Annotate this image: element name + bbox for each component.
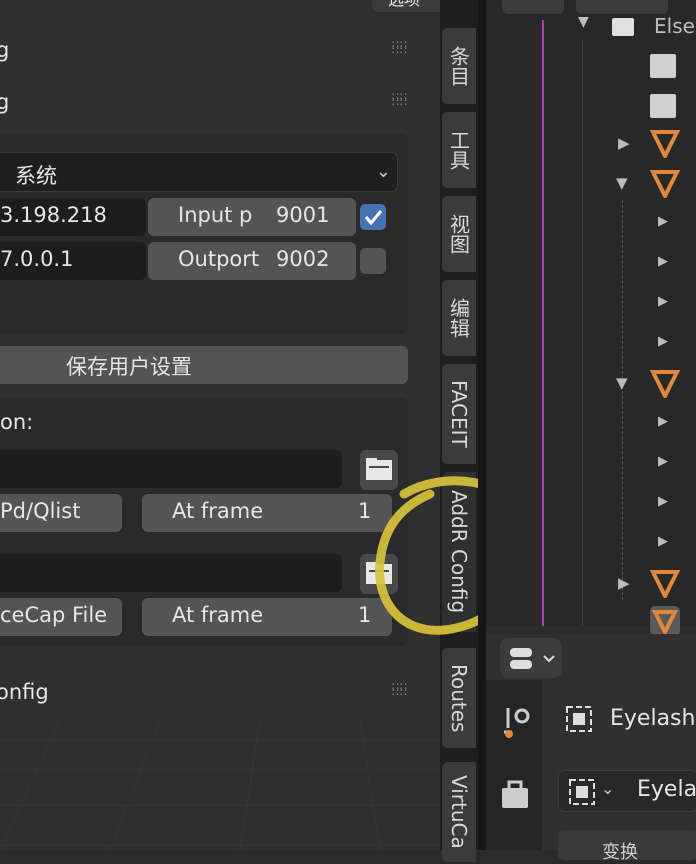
panel-header-title: g (0, 38, 10, 62)
expand-arrow-icon[interactable]: ▶ (658, 294, 668, 309)
archive-icon (650, 94, 676, 118)
armature-icon (650, 170, 680, 198)
drag-grip-icon[interactable]: ∷∷ ∷∷ (392, 39, 408, 56)
expand-arrow-icon[interactable]: ▶ (618, 574, 630, 592)
drag-grip-icon[interactable]: ∷∷ ∷∷ (392, 91, 408, 108)
expand-arrow-icon[interactable]: ▶ (658, 334, 668, 349)
timeline-line (542, 20, 544, 626)
tab-tool[interactable]: 工具 (442, 112, 476, 188)
archive-icon (650, 54, 676, 78)
armature-icon (650, 130, 680, 158)
outliner-collection-label: Else (654, 14, 695, 38)
transform-section-header[interactable]: 变换 (558, 830, 696, 863)
panel-header-1[interactable]: g ∷∷ ∷∷ (0, 28, 420, 72)
tree-line (582, 40, 583, 626)
input-port-field[interactable]: Input p 9001 (148, 198, 356, 236)
filter-dropdown[interactable] (502, 0, 564, 14)
tab-edit[interactable]: 编辑 (442, 280, 476, 356)
output-enable-checkbox[interactable] (360, 248, 386, 274)
display-mode-dropdown[interactable] (576, 0, 668, 14)
armature-icon (650, 570, 680, 598)
object-icon (569, 779, 595, 805)
ip-address-field-2[interactable]: 7.0.0.1 (0, 242, 146, 280)
editor-type-dropdown[interactable] (500, 638, 562, 678)
file-path-field-2[interactable] (0, 554, 342, 592)
ip-address-field-1[interactable]: 3.198.218 (0, 198, 146, 236)
object-icon (566, 706, 592, 732)
chevron-down-icon: ⌄ (601, 779, 615, 798)
drag-grip-icon[interactable]: ∷∷ ∷∷ (392, 681, 408, 698)
object-header: Eyelashe (560, 700, 696, 740)
save-preferences-button[interactable]: 保存用户设置 (0, 346, 408, 384)
check-icon (364, 210, 383, 226)
viewport-grid (0, 720, 440, 850)
area-divider (478, 0, 486, 850)
tab-routes[interactable]: Routes (442, 648, 476, 748)
at-frame-field-2[interactable]: At frame 1 (142, 598, 392, 636)
armature-icon (650, 370, 680, 398)
tab-view[interactable]: 视图 (442, 196, 476, 272)
section-label: on: (0, 410, 34, 434)
sidebar-tab-strip: 条目 工具 视图 编辑 FACEIT AddR Config Routes Vi… (440, 0, 478, 862)
expand-arrow-icon[interactable]: ▼ (616, 174, 628, 192)
wrench-icon[interactable] (500, 706, 530, 740)
object-name[interactable]: Eyelashe (610, 706, 696, 731)
properties-tabs (486, 680, 542, 850)
panel-header-config[interactable]: onfig ∷∷ ∷∷ (0, 670, 420, 714)
expand-arrow-icon[interactable]: ▶ (658, 494, 668, 509)
tab-faceit[interactable]: FACEIT (442, 364, 476, 464)
data-selector[interactable]: ⌄ Eyelas (558, 770, 696, 812)
tab-item[interactable]: 条目 (442, 28, 476, 104)
properties-editor-icon (510, 648, 555, 669)
expand-arrow-icon[interactable]: ▶ (658, 214, 668, 229)
chevron-down-icon: ⌄ (375, 161, 391, 182)
data-name: Eyelas (637, 777, 696, 802)
panel-header-title: onfig (0, 680, 49, 704)
expand-arrow-icon[interactable]: ▶ (658, 454, 668, 469)
section-label: 变换 (602, 842, 638, 863)
expand-arrow-icon[interactable]: ▼ (578, 14, 589, 30)
collection-icon (612, 18, 634, 36)
input-enable-checkbox[interactable] (360, 204, 386, 230)
file-path-field-1[interactable] (0, 450, 342, 488)
expand-arrow-icon[interactable]: ▶ (618, 134, 630, 152)
outport-field[interactable]: Outport 9002 (148, 242, 356, 280)
system-select[interactable]: 系统 ⌄ (0, 152, 398, 192)
outliner-panel: Else ▼ ▶ ▼ ▶ ▶ ▶ ▶ ▼ ▶ ▶ ▶ ▶ ▶ (486, 0, 696, 636)
armature-icon (650, 606, 680, 636)
expand-arrow-icon[interactable]: ▶ (658, 254, 668, 269)
toolbox-icon[interactable] (500, 780, 530, 810)
panel-header-title: g (0, 90, 10, 114)
facecap-file-button[interactable]: ceCap File (0, 598, 122, 636)
pd-qlist-button[interactable]: Pd/Qlist (0, 494, 122, 532)
tree-line (622, 200, 623, 600)
panel-header-2[interactable]: g ∷∷ ∷∷ (0, 80, 420, 124)
expand-arrow-icon[interactable]: ▶ (658, 534, 668, 549)
expand-arrow-icon[interactable]: ▼ (616, 374, 628, 392)
sidebar-panel: 选项 g ∷∷∷∷ g ∷∷∷∷ 系统 ⌄ 3.198.218 Input p … (0, 0, 462, 850)
expand-arrow-icon[interactable]: ▶ (658, 414, 668, 429)
tab-virtuca[interactable]: VirtuCa (442, 762, 476, 862)
at-frame-field-1[interactable]: At frame 1 (142, 494, 392, 532)
